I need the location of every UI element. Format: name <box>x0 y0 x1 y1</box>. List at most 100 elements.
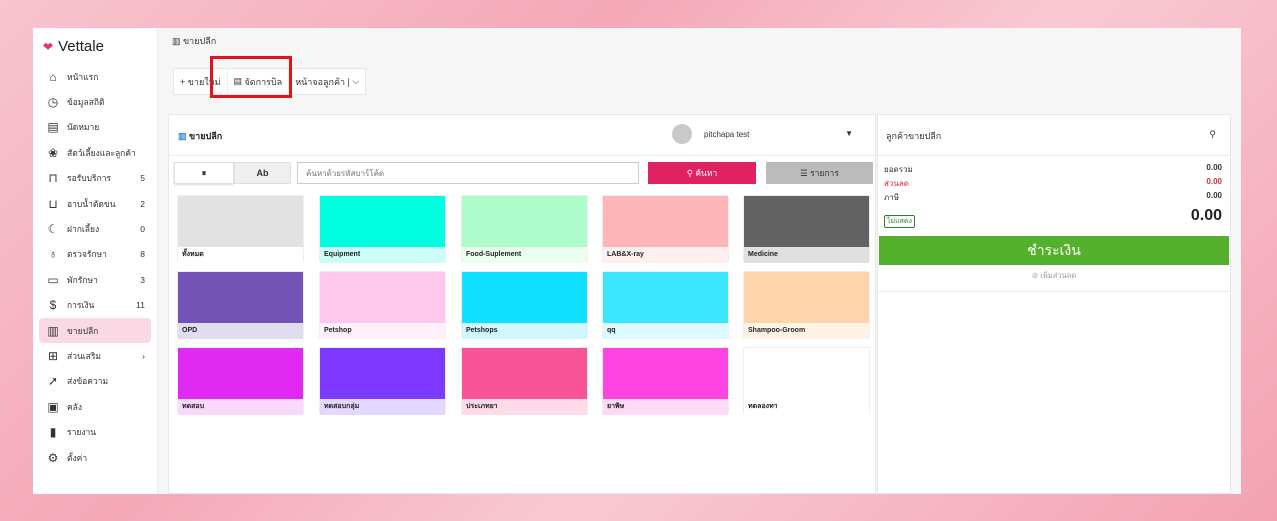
highlight-box <box>210 56 292 98</box>
sidebar-item[interactable]: ▥ ขายปลีก <box>39 317 151 344</box>
category-tile[interactable]: ทดสอบกลุ่ม <box>319 347 446 415</box>
breadcrumb-label: ขายปลีก <box>183 36 217 46</box>
view-grid-toggle[interactable]: ⏸ <box>174 162 234 184</box>
sidebar-item[interactable]: ☾ ฝากเลี้ยง 0 <box>39 216 151 241</box>
category-tile[interactable]: qq <box>602 271 729 339</box>
tile-swatch <box>462 348 587 399</box>
category-tile[interactable]: ประเภทยา <box>461 347 588 415</box>
category-tile[interactable]: LAB&X-ray <box>602 195 729 263</box>
sidebar-item-count: 11 <box>136 300 145 311</box>
sidebar-item[interactable]: ♁ ตรวจรักษา 8 <box>39 242 151 267</box>
category-tile[interactable]: Shampoo-Groom <box>743 271 870 339</box>
caret-down-icon[interactable]: ▼ <box>845 129 853 138</box>
category-tile[interactable]: Medicine <box>743 195 870 263</box>
sidebar-item-label: พักรักษา <box>67 274 98 285</box>
sidebar-item[interactable]: ⊞ ส่วนเสริม › <box>39 343 151 368</box>
tile-swatch <box>462 272 587 323</box>
sidebar-item[interactable]: ❀ สัตว์เลี้ยงและลูกค้า <box>39 140 151 165</box>
panel-title-text: ขายปลีก <box>189 131 223 141</box>
pay-button[interactable]: ชำระเงิน <box>879 236 1229 265</box>
sidebar-item[interactable]: ▣ คลัง <box>39 394 151 419</box>
tile-label: ทดลองทา <box>744 399 869 415</box>
search-button[interactable]: ⚲ ค้นหา <box>648 162 756 184</box>
tile-label: ทดสอบกลุ่ม <box>320 399 445 415</box>
sidebar-item-label: นัดหมาย <box>67 122 100 133</box>
tile-label: Food-Suplement <box>462 247 587 263</box>
main-area: ▥ ขายปลีก + ขายใหม่ ▤ จัดการบิล หน้าจอลู… <box>158 28 1241 494</box>
sidebar-item-label: ตั้งค่า <box>67 452 88 463</box>
discount-value: 0.00 <box>1206 177 1222 186</box>
category-tile[interactable]: ทดลองทา <box>743 347 870 415</box>
sidebar-item-label: การเงิน <box>67 300 95 311</box>
logo-heart-icon: ❤ <box>43 39 54 54</box>
tile-label: ทั้งหมด <box>178 247 303 263</box>
archive-icon: ▣ <box>47 399 59 414</box>
sidebar-item[interactable]: ⊔ อาบน้ำตัดขน 2 <box>39 191 151 216</box>
list-button[interactable]: ☰ รายการ <box>766 162 873 184</box>
subtotal-value: 0.00 <box>1206 163 1222 172</box>
view-ab-toggle[interactable]: Ab <box>234 162 291 184</box>
breadcrumb: ▥ ขายปลีก <box>172 34 216 48</box>
sidebar-item[interactable]: ➚ ส่งข้อความ <box>39 369 151 394</box>
category-tile[interactable]: Food-Suplement <box>461 195 588 263</box>
sidebar-item[interactable]: ▮ รายงาน <box>39 419 151 444</box>
tile-label: Shampoo-Groom <box>744 323 869 339</box>
sidebar-item[interactable]: ▭ พักรักษา 3 <box>39 267 151 292</box>
discount-label: ส่วนลด <box>884 179 909 188</box>
sidebar-item-count: 0 <box>140 224 145 235</box>
sidebar-item[interactable]: $ การเงิน 11 <box>39 293 151 318</box>
payment-icon: $ <box>49 298 57 313</box>
stats-icon: ◷ <box>47 95 59 110</box>
tile-swatch <box>744 272 869 323</box>
category-tile[interactable]: ยาพิษ <box>602 347 729 415</box>
tile-swatch <box>744 196 869 247</box>
sofa-icon: ⊓ <box>48 171 58 186</box>
search-icon[interactable]: ⚲ <box>1209 129 1216 140</box>
user-selector[interactable]: pitchapa test <box>672 124 749 144</box>
sidebar-item[interactable]: ⌂ หน้าแรก <box>39 64 151 89</box>
user-name: pitchapa test <box>704 129 750 139</box>
sidebar-item[interactable]: ◷ ข้อมูลสถิติ <box>39 89 151 114</box>
sidebar-item-label: ขายปลีก <box>67 325 99 336</box>
checkout-panel: ลูกค้าขายปลีก ⚲ ยอดรวม 0.00 ส่วนลด 0.00 … <box>877 114 1231 494</box>
tile-swatch <box>320 348 445 399</box>
sidebar-item-count: 5 <box>140 173 145 184</box>
send-icon: ➚ <box>47 374 59 389</box>
tile-label: OPD <box>178 323 303 339</box>
moon-icon: ☾ <box>47 222 59 237</box>
bed-icon: ▭ <box>47 272 59 287</box>
customer-screen-label: หน้าจอลูกค้า | <box>295 76 350 87</box>
sidebar-item[interactable]: ⊓ รอรับบริการ 5 <box>39 166 151 191</box>
tile-label: Medicine <box>744 247 869 263</box>
checkout-header: ลูกค้าขายปลีก ⚲ <box>878 115 1230 156</box>
add-discount-link[interactable]: ⊘ เพิ่มส่วนลด <box>878 270 1230 282</box>
sidebar-item-count: 8 <box>140 249 145 260</box>
plus-square-icon: ⊞ <box>47 348 59 363</box>
tile-swatch <box>744 348 869 399</box>
total-amount: 0.00 <box>1190 207 1222 224</box>
tile-swatch <box>462 196 587 247</box>
category-tile[interactable]: ทั้งหมด <box>177 195 304 263</box>
tax-value: 0.00 <box>1206 191 1222 200</box>
product-panel: ▥ ขายปลีก pitchapa test ▼ ⏸ Ab ⚲ ค้นหา ☰… <box>168 114 876 494</box>
category-tile[interactable]: OPD <box>177 271 304 339</box>
category-tile[interactable]: Petshops <box>461 271 588 339</box>
stethoscope-icon: ♁ <box>48 247 58 262</box>
barcode-search-input[interactable] <box>297 162 639 184</box>
tile-swatch <box>603 272 728 323</box>
customer-screen-button[interactable]: หน้าจอลูกค้า | ⌵ <box>289 69 365 94</box>
category-tile[interactable]: Equipment <box>319 195 446 263</box>
tile-swatch <box>178 348 303 399</box>
category-tile[interactable]: Petshop <box>319 271 446 339</box>
tile-swatch <box>320 272 445 323</box>
tax-label: ภาษี <box>884 193 900 202</box>
gear-icon: ⚙ <box>47 450 59 465</box>
category-tile[interactable]: ทดสอบ <box>177 347 304 415</box>
tile-label: LAB&X-ray <box>603 247 728 263</box>
tax-row: ภาษี 0.00 <box>884 191 1222 204</box>
subtotal-row: ยอดรวม 0.00 <box>884 163 1222 176</box>
sidebar-item-label: ส่วนเสริม <box>67 350 102 361</box>
tile-swatch <box>178 272 303 323</box>
sidebar-item[interactable]: ▤ นัดหมาย <box>39 115 151 140</box>
sidebar-item[interactable]: ⚙ ตั้งค่า <box>39 445 151 470</box>
